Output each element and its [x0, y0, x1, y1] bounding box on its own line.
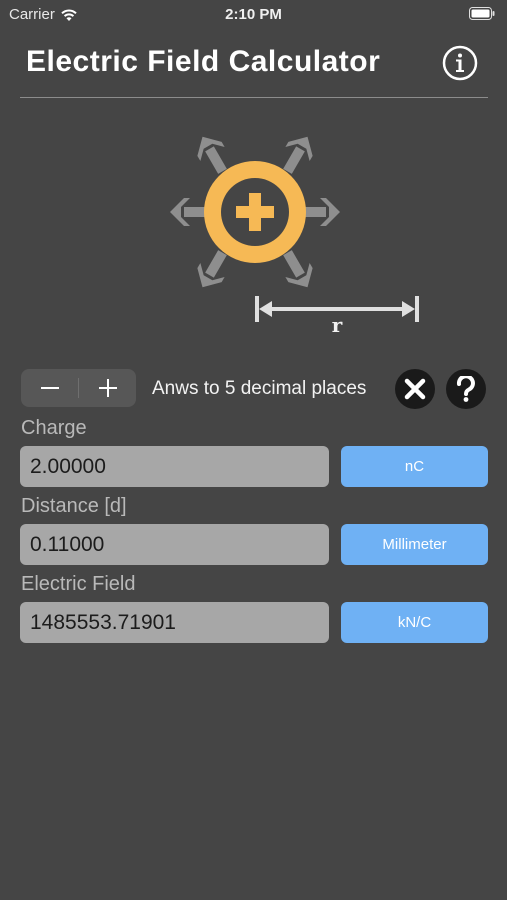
- positive-charge-icon: [204, 161, 306, 263]
- decrement-button[interactable]: [21, 369, 78, 407]
- distance-unit-button[interactable]: Millimeter: [341, 524, 488, 565]
- page-title: Electric Field Calculator: [26, 45, 381, 78]
- plus-icon: [98, 379, 117, 397]
- status-bar: Carrier 2:10 PM: [0, 0, 507, 28]
- charge-input[interactable]: 2.00000: [20, 446, 329, 487]
- minus-icon: [40, 387, 59, 389]
- decimal-stepper[interactable]: [21, 369, 136, 407]
- charge-label: Charge: [21, 417, 87, 439]
- clock: 2:10 PM: [225, 6, 282, 23]
- increment-button[interactable]: [79, 369, 136, 407]
- electric-field-unit-button[interactable]: kN/C: [341, 602, 488, 643]
- header-divider: [20, 97, 488, 98]
- charge-unit-button[interactable]: nC: [341, 446, 488, 487]
- electric-field-input[interactable]: 1485553.71901: [20, 602, 329, 643]
- battery-icon: [469, 7, 495, 20]
- question-icon: [456, 376, 475, 402]
- info-icon[interactable]: [441, 44, 479, 82]
- distance-field-label: Distance [d]: [21, 495, 127, 517]
- electric-field-label: Electric Field: [21, 573, 136, 595]
- help-button[interactable]: [446, 369, 486, 409]
- decimal-places-label: Anws to 5 decimal places: [152, 378, 367, 399]
- clear-button[interactable]: [395, 369, 435, 409]
- close-icon: [404, 378, 426, 400]
- distance-label: r: [332, 313, 343, 337]
- distance-input[interactable]: 0.11000: [20, 524, 329, 565]
- electric-field-diagram: r: [170, 129, 419, 337]
